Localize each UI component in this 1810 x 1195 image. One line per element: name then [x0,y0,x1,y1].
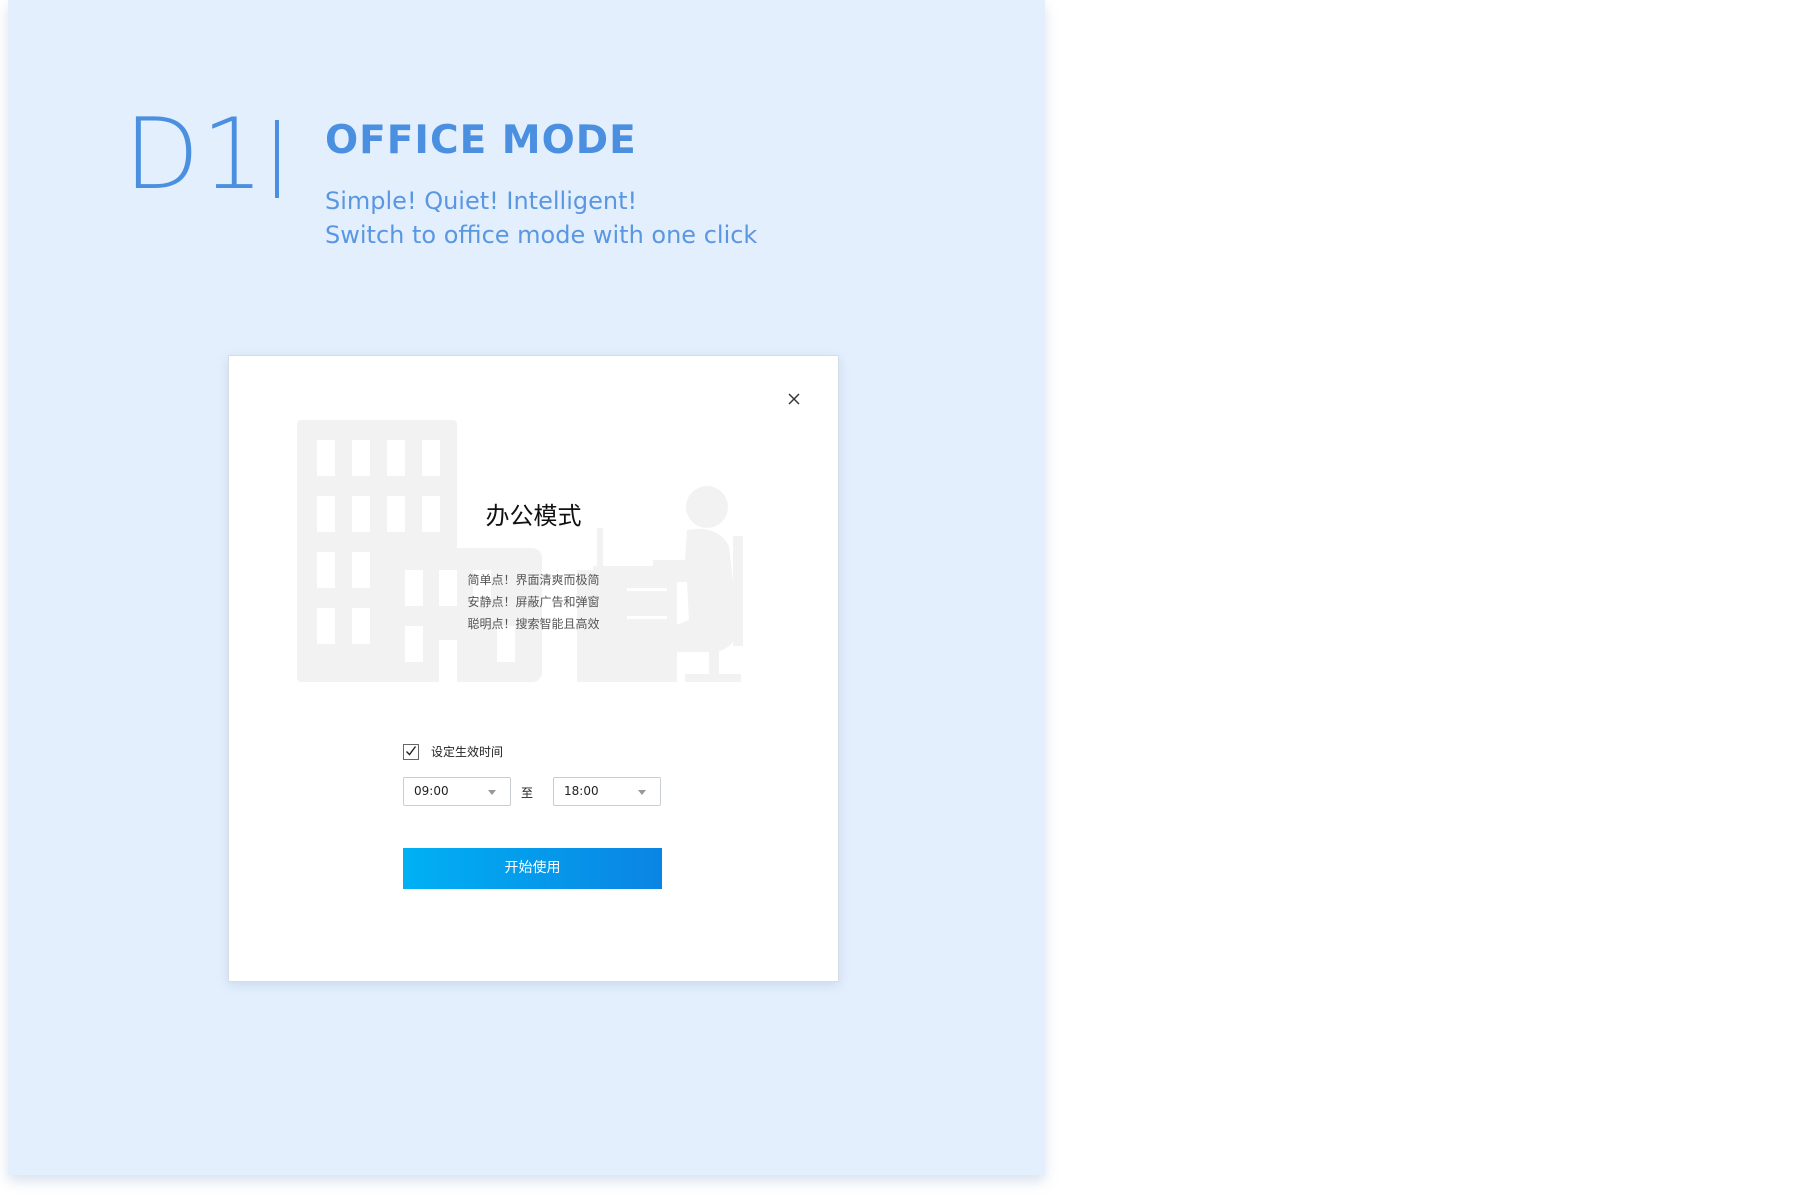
effective-time-label: 设定生效时间 [431,745,504,759]
mode-subtitle-line1: Simple! Quiet! Intelligent! [325,187,638,215]
end-time-select[interactable]: 18:00 [553,777,661,806]
code-divider [275,120,279,198]
description-line: 聪明点！搜索智能且高效 [467,617,600,631]
mode-card: D1 OFFICE MODE Simple! Quiet! Intelligen… [8,0,1045,1175]
close-button[interactable] [781,386,807,412]
start-using-button[interactable]: 开始使用 [403,848,662,889]
description-line: 安静点！屏蔽广告和弹窗 [467,595,600,609]
mode-code: D1 [124,98,266,212]
chevron-down-icon [638,790,646,795]
office-illustration [297,420,743,682]
effective-time-checkbox[interactable] [403,743,419,760]
mode-subtitle-line2: Switch to office mode with one click [325,221,758,249]
effective-time-option[interactable]: 设定生效时间 [403,743,503,760]
start-time-value: 09:00 [414,784,449,798]
dialog-title: 办公模式 [485,502,582,530]
time-range-separator: 至 [521,786,534,800]
office-mode-dialog: 办公模式 简单点！界面清爽而极简 安静点！屏蔽广告和弹窗 聪明点！搜索智能且高效… [228,355,839,982]
description-line: 简单点！界面清爽而极简 [467,573,600,587]
start-time-select[interactable]: 09:00 [403,777,511,806]
chevron-down-icon [488,790,496,795]
checkmark-icon [406,745,417,756]
end-time-value: 18:00 [564,784,599,798]
mode-title: OFFICE MODE [325,118,637,163]
close-icon [788,393,800,405]
